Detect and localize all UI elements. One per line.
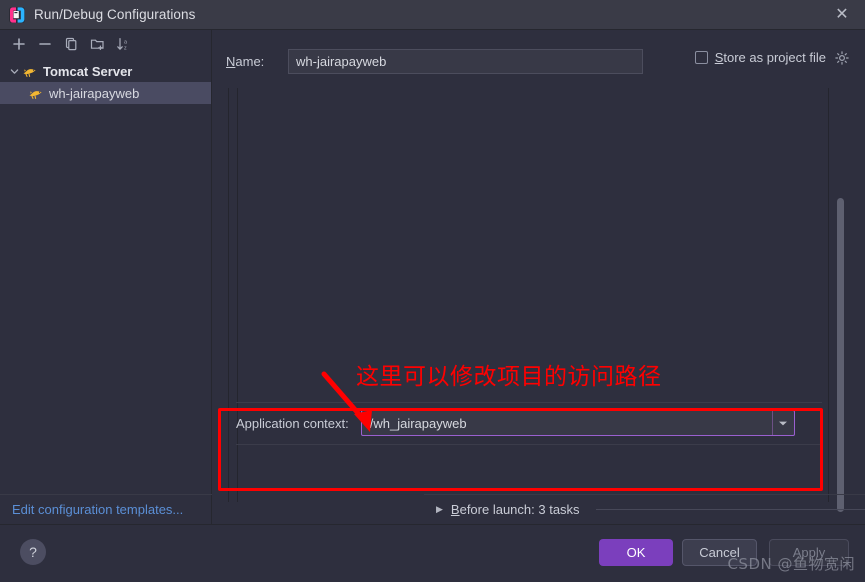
- name-input[interactable]: [288, 48, 643, 74]
- store-as-project-file-checkbox[interactable]: [694, 51, 708, 64]
- close-icon[interactable]: ✕: [819, 0, 865, 30]
- chevron-down-icon[interactable]: [6, 63, 22, 79]
- intellij-idea-icon: [8, 6, 26, 24]
- gear-icon[interactable]: [835, 50, 849, 65]
- svg-text:z: z: [124, 45, 127, 51]
- chevron-right-icon[interactable]: ▶: [436, 504, 443, 515]
- configurations-tree: Tomcat Server wh-jairapayweb: [0, 60, 211, 104]
- tomcat-icon: [28, 86, 44, 100]
- configurations-toolbar: a z: [0, 30, 211, 58]
- tree-item-label: wh-jairapayweb: [49, 85, 140, 101]
- annotation-text: 这里可以修改项目的访问路径: [356, 364, 662, 390]
- store-as-project-file-label: Store as project file: [714, 50, 826, 65]
- vertical-scrollbar-thumb[interactable]: [837, 198, 844, 512]
- edit-configuration-templates-link[interactable]: Edit configuration templates...: [0, 494, 212, 524]
- tomcat-icon: [22, 64, 38, 78]
- help-button[interactable]: ?: [20, 539, 46, 565]
- before-launch-section[interactable]: ▶ Before launch: 3 tasks: [424, 494, 865, 524]
- run-debug-configurations-dialog: Run/Debug Configurations ✕ a z Tomcat Se…: [0, 0, 865, 582]
- configurations-sidebar: a z Tomcat Server wh-jairapayweb Edit co…: [0, 30, 212, 524]
- csdn-watermark: CSDN @鱼物宽闲: [727, 555, 855, 573]
- before-launch-label: Before launch: 3 tasks: [450, 502, 580, 517]
- sort-configurations-button[interactable]: a z: [112, 33, 134, 55]
- before-launch-divider: [595, 509, 865, 510]
- dialog-titlebar: Run/Debug Configurations ✕: [0, 0, 865, 30]
- name-label: Name:: [226, 53, 265, 69]
- tree-item-wh-jairapayweb[interactable]: wh-jairapayweb: [0, 82, 211, 104]
- add-configuration-button[interactable]: [8, 33, 30, 55]
- tree-item-label: Tomcat Server: [43, 63, 133, 79]
- remove-configuration-button[interactable]: [34, 33, 56, 55]
- dialog-title: Run/Debug Configurations: [34, 7, 196, 22]
- tree-item-tomcat-server[interactable]: Tomcat Server: [0, 60, 211, 82]
- ok-button[interactable]: OK: [599, 539, 673, 566]
- vertical-scrollbar[interactable]: [834, 88, 847, 512]
- store-as-project-file-row[interactable]: Store as project file: [694, 50, 849, 65]
- edit-configuration-templates-label: Edit configuration templates...: [12, 502, 184, 517]
- red-highlight-rectangle: [218, 408, 823, 491]
- new-folder-button[interactable]: [86, 33, 108, 55]
- copy-configuration-button[interactable]: [60, 33, 82, 55]
